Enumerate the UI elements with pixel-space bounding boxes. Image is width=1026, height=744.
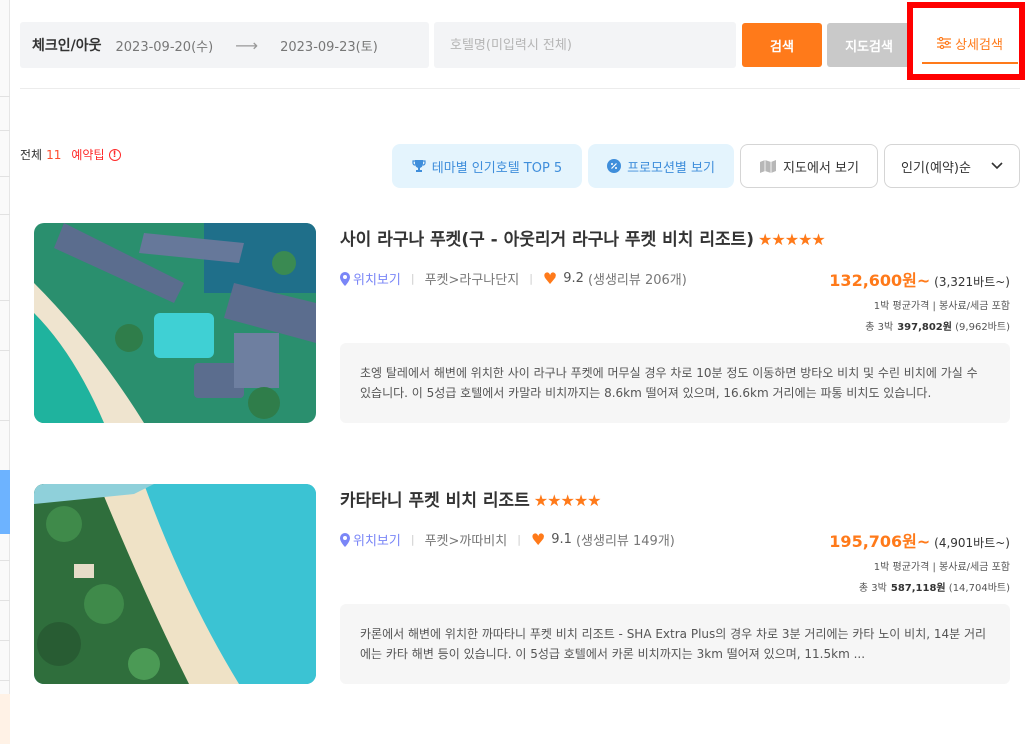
sort-selected-value: 인기(예약)순 [901, 160, 971, 176]
promotion-label: 프로모션별 보기 [627, 160, 715, 176]
star-rating: ★★★★★ [758, 230, 826, 249]
total-nights: 총 3박 [858, 583, 887, 594]
price-note: 1박 평균가격 | 봉사료/세금 포함 [873, 562, 1010, 573]
price-box: 132,600원~ (3,321바트~) 1박 평균가격 | 봉사료/세금 포함… [829, 267, 1010, 333]
detail-search-label: 상세검색 [955, 37, 1003, 53]
location-link-text[interactable]: 위치보기 [353, 269, 401, 288]
result-count: 전체 11 예약팁 ! [20, 146, 121, 163]
divider [20, 88, 1020, 89]
alert-icon[interactable]: ! [108, 148, 121, 161]
map-search-button[interactable]: 지도검색 [827, 23, 911, 67]
booking-tip-link[interactable]: 예약팁 [71, 146, 104, 163]
star-rating: ★★★★★ [533, 491, 602, 510]
checkin-label: 체크인/아웃 [32, 38, 102, 54]
trophy-icon [412, 160, 426, 172]
hotel-rating: 9.1 [551, 532, 572, 547]
nightly-price: 132,600원~ [829, 271, 931, 290]
search-bar: 체크인/아웃 2023-09-20(수) ⟶ 2023-09-23(토) 검색 … [20, 2, 1025, 80]
total-price-baht: (14,704바트) [948, 583, 1010, 594]
total-label: 전체 [20, 148, 43, 162]
total-count: 11 [46, 147, 62, 162]
map-view-button[interactable]: 지도에서 보기 [740, 144, 878, 188]
chevron-down-icon [991, 162, 1003, 170]
date-range-picker[interactable]: 체크인/아웃 2023-09-20(수) ⟶ 2023-09-23(토) [20, 22, 429, 68]
map-pin-icon [340, 532, 350, 547]
price-box: 195,706원~ (4,901바트~) 1박 평균가격 | 봉사료/세금 포함… [829, 528, 1010, 594]
total-price-baht: (9,962바트) [955, 322, 1010, 333]
heart-icon: ♥ [530, 530, 546, 549]
hotel-area: 푸켓>라구나단지 [424, 273, 520, 288]
nightly-price-baht: (3,321바트~) [934, 275, 1010, 289]
hotel-name-text[interactable]: 카타타니 푸켓 비치 리조트 [340, 491, 530, 511]
map-view-label: 지도에서 보기 [783, 160, 859, 176]
theme-top5-button[interactable]: 테마별 인기호텔 TOP 5 [392, 144, 582, 188]
hotel-meta: 위치보기 | 푸켓>라구나단지 | ♥ 9.2 (생생리뷰 206개) [340, 269, 687, 288]
hotel-photo[interactable] [34, 223, 316, 423]
checkin-date[interactable]: 2023-09-20(수) [116, 36, 214, 55]
review-count[interactable]: (생생리뷰 149개) [576, 530, 675, 549]
filter-sliders-icon [937, 37, 952, 49]
theme-top5-label: 테마별 인기호텔 TOP 5 [431, 160, 563, 176]
search-button[interactable]: 검색 [742, 23, 822, 67]
sort-select[interactable]: 인기(예약)순 [884, 144, 1020, 188]
location-link-text[interactable]: 위치보기 [353, 530, 401, 549]
percent-badge-icon [607, 159, 622, 173]
hotel-rating: 9.2 [563, 271, 584, 286]
heart-icon: ♥ [542, 269, 558, 288]
hotel-meta: 위치보기 | 푸켓>까따비치 | ♥ 9.1 (생생리뷰 149개) [340, 530, 675, 549]
price-note: 1박 평균가격 | 봉사료/세금 포함 [873, 301, 1010, 312]
total-price-line: 총 3박 587,118원 (14,704바트) [829, 579, 1010, 594]
hotel-description: 초엥 탈레에서 해변에 위치한 사이 라구나 푸켓에 머무실 경우 차로 10분… [340, 343, 1010, 423]
total-price: 397,802원 [897, 322, 952, 333]
map-pin-icon [340, 271, 350, 286]
total-price: 587,118원 [890, 583, 946, 594]
arrow-right-icon: ⟶ [235, 35, 259, 55]
left-sidebar-edge [0, 0, 10, 744]
total-price-line: 총 3박 397,802원 (9,962바트) [829, 318, 1010, 333]
detail-search-button[interactable]: 상세검색 [922, 24, 1018, 64]
promotion-button[interactable]: 프로모션별 보기 [588, 144, 734, 188]
map-icon [760, 160, 777, 173]
hotel-photo[interactable] [34, 484, 316, 684]
hotel-name-input[interactable] [434, 22, 736, 68]
hotel-description: 카론에서 해변에 위치한 까따타니 푸켓 비치 리조트 - SHA Extra … [340, 604, 1010, 684]
hotel-name-text[interactable]: 사이 라구나 푸켓(구 - 아웃리거 라구나 푸켓 비치 리조트) [340, 230, 754, 250]
checkout-date[interactable]: 2023-09-23(토) [280, 36, 378, 55]
hotel-card[interactable]: 사이 라구나 푸켓(구 - 아웃리거 라구나 푸켓 비치 리조트) ★★★★★ 위… [34, 223, 1010, 425]
total-nights: 총 3박 [865, 322, 894, 333]
hotel-card[interactable]: 카타타니 푸켓 비치 리조트 ★★★★★ 위치보기 | 푸켓>까따비치 | ♥ 9… [34, 484, 1010, 686]
hotel-name[interactable]: 카타타니 푸켓 비치 리조트 ★★★★★ [340, 486, 602, 511]
location-link[interactable]: 위치보기 [340, 269, 401, 288]
review-count[interactable]: (생생리뷰 206개) [588, 269, 687, 288]
location-link[interactable]: 위치보기 [340, 530, 401, 549]
nightly-price-baht: (4,901바트~) [934, 536, 1010, 550]
nightly-price: 195,706원~ [829, 532, 931, 551]
hotel-name[interactable]: 사이 라구나 푸켓(구 - 아웃리거 라구나 푸켓 비치 리조트) ★★★★★ [340, 225, 826, 250]
hotel-area: 푸켓>까따비치 [424, 534, 508, 549]
